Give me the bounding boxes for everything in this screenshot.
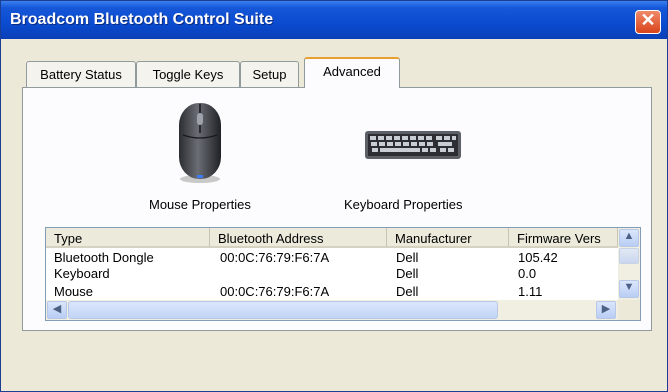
dialog-footer [1,347,667,391]
cell-manufacturer: Dell [396,250,419,265]
tab-advanced[interactable]: Advanced [304,57,400,88]
tab-label: Battery Status [40,67,122,82]
mouse-properties-label[interactable]: Mouse Properties [149,197,251,212]
tab-label: Setup [252,67,287,82]
horizontal-scrollbar[interactable]: ◀ ▶ [46,300,640,320]
vertical-scroll-thumb[interactable] [619,248,639,264]
scroll-down-button[interactable]: ▼ [619,280,639,298]
chevron-down-icon: ▼ [623,281,635,293]
cell-firmware: 0.0 [518,266,537,281]
cell-address: 00:0C:76:79:F6:7A [220,284,330,298]
scrollbar-corner [618,300,640,320]
scroll-up-button[interactable]: ▲ [619,229,639,247]
cell-manufacturer: Dell [396,266,419,281]
tab-battery-status[interactable]: Battery Status [26,61,136,87]
column-header-bluetooth-address[interactable]: Bluetooth Address [210,228,387,248]
horizontal-scroll-thumb[interactable] [68,301,498,319]
cell-manufacturer: Dell [396,284,419,298]
column-header-type[interactable]: Type [46,228,210,248]
column-header-firmware-version[interactable]: Firmware Vers [509,228,618,248]
cell-firmware: 1.11 [518,284,543,298]
chevron-left-icon: ◀ [52,303,62,315]
chevron-right-icon: ▶ [601,303,611,315]
keyboard-icon[interactable] [364,129,462,161]
mouse-icon[interactable] [175,101,225,185]
title-bar[interactable]: Broadcom Bluetooth Control Suite ✕ [1,1,667,39]
column-header-manufacturer[interactable]: Manufacturer [387,228,509,248]
close-icon: ✕ [640,10,656,30]
cell-type: Mouse [54,284,94,298]
tab-label: Toggle Keys [152,67,224,82]
cell-firmware: 105.42 [518,250,558,265]
close-button[interactable]: ✕ [635,10,661,34]
chevron-up-icon: ▲ [623,230,635,242]
keyboard-properties-label[interactable]: Keyboard Properties [344,197,463,212]
tab-toggle-keys[interactable]: Toggle Keys [136,61,240,87]
scroll-right-button[interactable]: ▶ [596,301,616,319]
cell-type: Bluetooth Dongle [54,250,154,265]
tab-label: Advanced [323,64,381,79]
device-list[interactable]: Type Bluetooth Address Manufacturer Firm… [45,227,641,321]
window-title: Broadcom Bluetooth Control Suite [10,11,274,28]
vertical-scrollbar[interactable]: ▲ ▼ [618,228,640,300]
scroll-left-button[interactable]: ◀ [47,301,67,319]
cell-address: 00:0C:76:79:F6:7A [220,250,330,265]
tab-setup[interactable]: Setup [240,61,299,87]
bluetooth-control-suite-window: Broadcom Bluetooth Control Suite ✕ Batte… [0,0,668,392]
cell-type: Keyboard [54,266,110,281]
